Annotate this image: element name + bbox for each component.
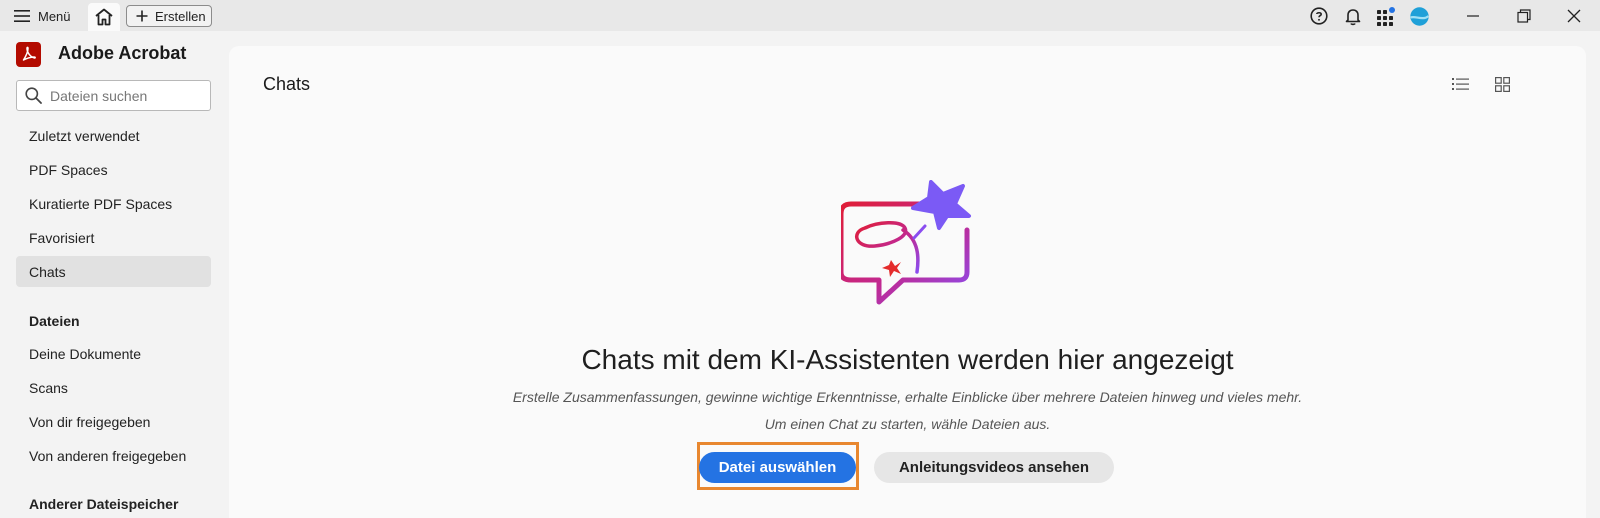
close-window-button[interactable]: [1557, 4, 1591, 28]
grid-view-icon: [1494, 76, 1510, 92]
help-button[interactable]: [1309, 6, 1329, 26]
list-view-icon: [1451, 78, 1469, 90]
page-title: Chats: [263, 74, 311, 94]
restore-button[interactable]: [1507, 4, 1541, 28]
notifications-button[interactable]: [1343, 6, 1363, 26]
sidebar-item-label: Chats: [29, 263, 66, 280]
main-panel: Chats Chats mit dem KI-Assistenten werde…: [229, 46, 1586, 518]
sidebar-item-favorites[interactable]: Favorisiert: [16, 222, 211, 253]
ai-chat-illustration: [841, 180, 971, 305]
files-heading: Dateien: [29, 313, 80, 329]
bell-icon: [1345, 8, 1361, 25]
apps-button[interactable]: [1376, 6, 1396, 26]
close-icon: [1567, 9, 1581, 23]
menu-label: Menü: [38, 8, 71, 24]
list-view-button[interactable]: [1450, 74, 1470, 94]
acrobat-logo: [16, 42, 41, 67]
empty-state-title: Chats mit dem KI-Assistenten werden hier…: [581, 344, 1234, 375]
sidebar-item-scans[interactable]: Scans: [16, 372, 211, 403]
plus-icon: [136, 10, 148, 22]
select-file-button[interactable]: Datei auswählen: [699, 452, 856, 483]
sidebar-item-label: Von dir freigegeben: [29, 413, 151, 430]
sidebar-item-chats[interactable]: Chats: [16, 256, 211, 287]
sidebar-item-label: Zuletzt verwendet: [29, 127, 140, 144]
sidebar-item-pdf-spaces[interactable]: PDF Spaces: [16, 154, 211, 185]
minimize-button[interactable]: [1456, 4, 1490, 28]
sidebar-item-label: Kuratierte PDF Spaces: [29, 195, 173, 212]
search-input[interactable]: [50, 87, 200, 104]
create-button[interactable]: Erstellen: [126, 5, 212, 27]
search-box[interactable]: [16, 80, 211, 111]
sidebar-item-label: Scans: [29, 379, 68, 396]
home-icon: [95, 8, 113, 26]
sidebar-item-shared-by-you[interactable]: Von dir freigegeben: [16, 406, 211, 437]
sidebar-item-shared-by-others[interactable]: Von anderen freigegeben: [16, 440, 211, 471]
title-bar: Menü Erstellen: [0, 0, 1600, 31]
apps-grid-icon: [1377, 7, 1395, 26]
home-tab[interactable]: [88, 3, 120, 31]
menu-button[interactable]: Menü: [14, 7, 71, 25]
other-storage-heading: Anderer Dateispeicher: [29, 496, 179, 512]
empty-state-description: Erstelle Zusammenfassungen, gewinne wich…: [512, 389, 1303, 405]
restore-icon: [1517, 9, 1531, 23]
hamburger-icon: [14, 10, 30, 22]
sidebar-item-label: Favorisiert: [29, 229, 95, 246]
avatar[interactable]: [1409, 6, 1429, 26]
sidebar-item-label: PDF Spaces: [29, 161, 108, 178]
sidebar: Adobe Acrobat Zuletzt verwendet PDF Spac…: [0, 31, 226, 518]
sidebar-item-your-documents[interactable]: Deine Dokumente: [16, 338, 211, 369]
grid-view-button[interactable]: [1492, 74, 1512, 94]
sidebar-item-label: Deine Dokumente: [29, 345, 142, 362]
minimize-icon: [1467, 15, 1479, 17]
acrobat-logo-icon: [22, 46, 36, 61]
sidebar-item-label: Von anderen freigegeben: [29, 447, 187, 464]
sidebar-item-recent[interactable]: Zuletzt verwendet: [16, 120, 211, 151]
watch-tutorials-button[interactable]: Anleitungsvideos ansehen: [874, 452, 1114, 483]
help-icon: [1310, 7, 1328, 25]
app-title: Adobe Acrobat: [58, 43, 187, 63]
empty-state-hint: Um einen Chat zu starten, wähle Dateien …: [764, 416, 1051, 432]
sidebar-item-curated-pdf-spaces[interactable]: Kuratierte PDF Spaces: [16, 188, 211, 219]
profile-avatar-icon: [1409, 6, 1429, 26]
create-label: Erstellen: [155, 8, 206, 24]
search-icon: [25, 87, 42, 104]
